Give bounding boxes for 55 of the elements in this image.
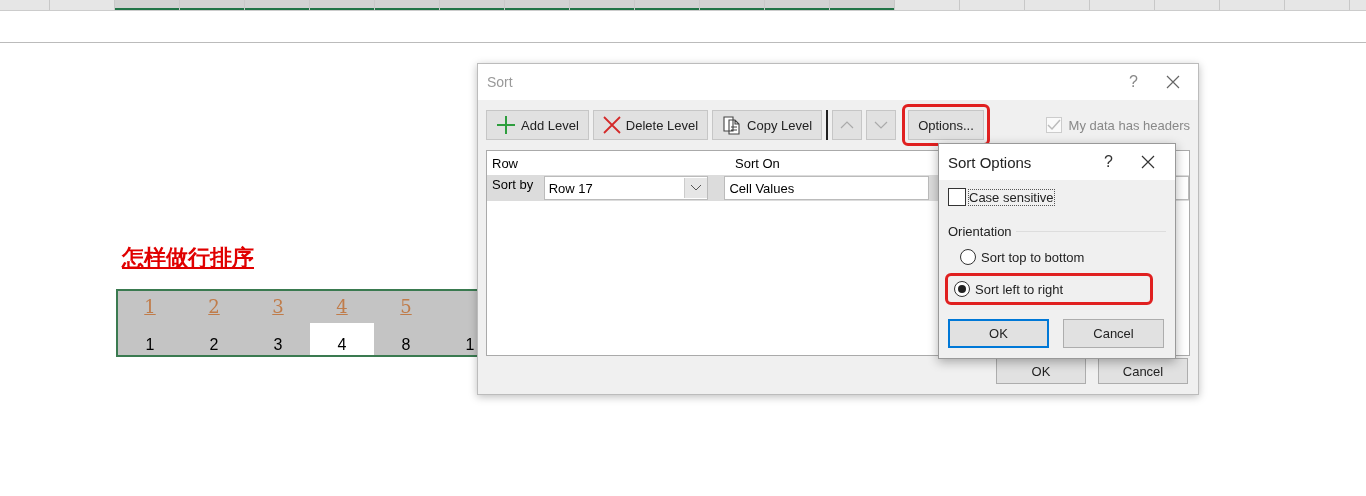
column-header: Sort On	[735, 155, 780, 171]
table-cell-text: 1	[143, 295, 157, 319]
orientation-radio[interactable]: Sort left to right	[954, 278, 1150, 300]
close-icon[interactable]	[1141, 155, 1155, 169]
column-header[interactable]	[765, 0, 830, 10]
add-level-button[interactable]: Add Level	[486, 110, 589, 140]
plus-icon	[496, 115, 516, 135]
table-cell-text: 3	[272, 335, 284, 355]
copy-icon	[722, 115, 743, 135]
column-header[interactable]	[635, 0, 700, 10]
copy-level-button[interactable]: Copy Level	[712, 110, 823, 140]
column-header[interactable]	[700, 0, 765, 10]
checkbox-label[interactable]: Case sensitive	[969, 189, 1054, 205]
delete-level-button[interactable]: Delete Level	[592, 110, 709, 140]
table-cell-text: 2	[208, 335, 220, 355]
cancel-button[interactable]: Cancel	[1063, 319, 1164, 348]
table-cell-text: 4	[335, 295, 349, 319]
column-header[interactable]	[505, 0, 570, 10]
chevron-down-icon	[874, 120, 889, 130]
column-header[interactable]	[115, 0, 180, 10]
column-header[interactable]	[310, 0, 375, 10]
dialog-title: Sort Options	[948, 153, 1032, 171]
level-label: Sort by	[491, 176, 535, 192]
column-header[interactable]	[830, 0, 895, 10]
table-cell-text: 3	[271, 295, 285, 319]
group-label: Orientation	[948, 224, 1012, 239]
chevron-up-icon	[840, 120, 855, 130]
column-header: Row	[491, 155, 519, 171]
table-cell-text: 5	[399, 295, 413, 319]
help-button[interactable]: ?	[1104, 153, 1113, 171]
help-button[interactable]: ?	[1129, 73, 1138, 91]
cross-icon	[602, 116, 621, 134]
close-icon[interactable]	[1166, 75, 1180, 89]
table-cell-text: 1	[464, 335, 476, 355]
column-header[interactable]	[440, 0, 505, 10]
column-header[interactable]	[375, 0, 440, 10]
sheet-title: 怎样做行排序	[122, 244, 254, 272]
check-icon	[1046, 119, 1061, 131]
table-cell-text: 2	[207, 295, 221, 319]
cancel-button[interactable]: Cancel	[1098, 358, 1188, 384]
checkbox[interactable]	[948, 188, 966, 206]
table-cell: 4	[310, 323, 374, 355]
orientation-radio[interactable]: Sort top to bottom	[960, 246, 1150, 268]
ok-button[interactable]: OK	[996, 358, 1086, 384]
column-header[interactable]	[245, 0, 310, 10]
table-cell-text: 1	[144, 335, 156, 355]
dialog-title: Sort	[487, 74, 513, 90]
table-cell-text: 8	[400, 335, 412, 355]
ok-button[interactable]: OK	[948, 319, 1049, 348]
row-dropdown[interactable]: Row 17	[543, 176, 709, 200]
column-header[interactable]	[180, 0, 245, 10]
column-header[interactable]	[570, 0, 635, 10]
sort-on-dropdown[interactable]: Cell Values	[724, 176, 929, 200]
chevron-down-icon	[684, 178, 708, 198]
options-button[interactable]: Options...	[908, 110, 984, 140]
